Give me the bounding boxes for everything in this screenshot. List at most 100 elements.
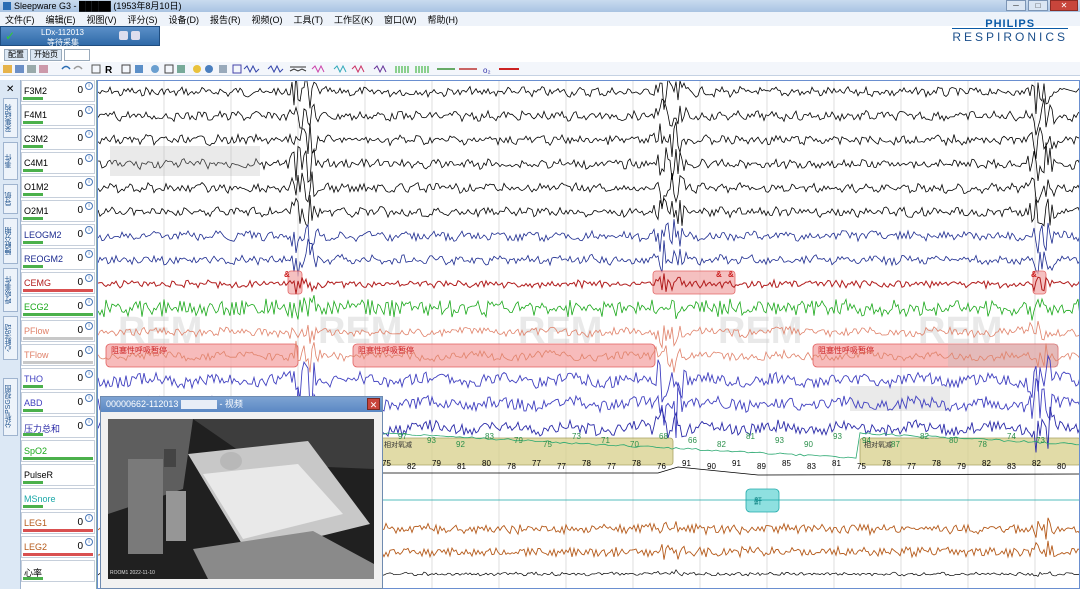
channel-info-icon[interactable]: i: [85, 250, 93, 258]
channel-info-icon[interactable]: i: [85, 130, 93, 138]
channel-row[interactable]: C3M2 0 i: [21, 128, 95, 150]
spo2-value: 73: [572, 432, 581, 441]
channel-info-icon[interactable]: i: [85, 538, 93, 546]
menu-device[interactable]: 设备(D): [169, 13, 200, 26]
pulse-value: 91: [732, 459, 741, 468]
maximize-button[interactable]: □: [1028, 0, 1048, 11]
channel-row[interactable]: C4M1 0 i: [21, 152, 95, 174]
channel-row[interactable]: TFlow 0 i: [21, 344, 95, 366]
channel-row[interactable]: LEG1 0 i: [21, 512, 95, 534]
channel-info-icon[interactable]: i: [85, 514, 93, 522]
video-title-suffix: - 视频: [219, 399, 243, 409]
channel-row[interactable]: 心率: [21, 560, 95, 582]
menu-workspace[interactable]: 工作区(K): [334, 13, 373, 26]
channel-row[interactable]: LEOGM2 0 i: [21, 224, 95, 246]
pulse-value: 75: [857, 462, 866, 471]
channel-value: 0: [77, 397, 83, 408]
menu-file[interactable]: 文件(F): [5, 13, 35, 26]
side-tab-0[interactable]: 采集结构: [3, 98, 18, 138]
close-button[interactable]: ✕: [1050, 0, 1078, 11]
channel-info-icon[interactable]: i: [85, 106, 93, 114]
channel-info-icon[interactable]: i: [85, 346, 93, 354]
review-icon: R: [105, 65, 113, 76]
channel-row[interactable]: ECG2 0 i: [21, 296, 95, 318]
menu-video[interactable]: 视频(O): [252, 13, 283, 26]
video-title-bar[interactable]: 00000662-112013 - 视频 ✕: [101, 397, 382, 412]
channel-name: CEMG: [24, 278, 51, 288]
channel-info-icon[interactable]: i: [85, 82, 93, 90]
side-tab-1[interactable]: 事件: [3, 142, 18, 180]
patient-session-strip[interactable]: ✓ LDx-112013 等待采集: [0, 26, 160, 47]
device-icon[interactable]: [131, 31, 140, 40]
save-icon: [15, 65, 24, 73]
video-frame[interactable]: ROOM1 2022-11-10: [108, 419, 374, 579]
tab-patient-recording[interactable]: [64, 49, 90, 61]
channel-info-icon[interactable]: i: [85, 322, 93, 330]
channel-row[interactable]: PFlow 0 i: [21, 320, 95, 342]
menu-edit[interactable]: 编辑(E): [46, 13, 76, 26]
channel-name: TFlow: [24, 350, 49, 360]
channel-row[interactable]: O1M2 0 i: [21, 176, 95, 198]
tab-config[interactable]: 配置: [4, 49, 28, 61]
undo-icon: [61, 65, 71, 70]
tab-start-page[interactable]: 开始页: [30, 49, 62, 61]
menu-score[interactable]: 评分(S): [128, 13, 158, 26]
side-tab-4[interactable]: 呼吸事件: [3, 268, 18, 312]
channel-info-icon[interactable]: i: [85, 298, 93, 306]
menu-tools[interactable]: 工具(T): [294, 13, 324, 26]
channel-value: 0: [77, 373, 83, 384]
menu-report[interactable]: 报告(R): [210, 13, 241, 26]
pulse-value: 89: [757, 462, 766, 471]
channel-name: PFlow: [24, 326, 50, 336]
pulse-value: 77: [607, 462, 616, 471]
video-close-button[interactable]: ✕: [367, 398, 380, 410]
channel-row[interactable]: F3M2 0 i: [21, 80, 95, 102]
channel-row[interactable]: MSnore: [21, 488, 95, 510]
pulse-value: 82: [982, 459, 991, 468]
minimize-button[interactable]: ─: [1006, 0, 1026, 11]
side-tab-5[interactable]: 心脏活动: [3, 316, 18, 360]
side-tab-2[interactable]: 导航: [3, 184, 18, 214]
channel-info-icon[interactable]: i: [85, 154, 93, 162]
channel-info-icon[interactable]: i: [85, 274, 93, 282]
arousal-marker: &: [728, 270, 734, 279]
menu-help[interactable]: 帮助(H): [428, 13, 459, 26]
channel-row[interactable]: THO 0 i: [21, 368, 95, 390]
export-icon: [39, 65, 48, 73]
channel-row[interactable]: 压力总和 0 i: [21, 416, 95, 438]
spo2-value: 70: [630, 440, 639, 449]
channel-row[interactable]: LEG2 0 i: [21, 536, 95, 558]
side-tab-3[interactable]: 睡眠分期: [3, 218, 18, 264]
channel-row[interactable]: ABD 0 i: [21, 392, 95, 414]
rem-watermark: REM: [718, 310, 802, 352]
spo2-value: 79: [514, 436, 523, 445]
channel-row[interactable]: PulseR: [21, 464, 95, 486]
menu-view[interactable]: 视图(V): [87, 13, 117, 26]
channel-row[interactable]: O2M1 0 i: [21, 200, 95, 222]
side-tab-6[interactable]: 分析PSG视图: [3, 378, 18, 436]
channel-row[interactable]: CEMG 0 i: [21, 272, 95, 294]
channel-row[interactable]: SpO2: [21, 440, 95, 462]
channel-row[interactable]: F4M1 0 i: [21, 104, 95, 126]
channel-row[interactable]: REOGM2 0 i: [21, 248, 95, 270]
spo2-value: 92: [456, 440, 465, 449]
channel-name: LEOGM2: [24, 230, 62, 240]
channel-info-icon[interactable]: i: [85, 418, 93, 426]
channel-info-icon[interactable]: i: [85, 202, 93, 210]
channel-value: 0: [77, 205, 83, 216]
device-id: LDx-112013: [41, 28, 84, 37]
channel-info-icon[interactable]: i: [85, 370, 93, 378]
menu-window[interactable]: 窗口(W): [384, 13, 417, 26]
pulse-value: 78: [582, 459, 591, 468]
close-panel-icon[interactable]: ✕: [6, 84, 14, 95]
spo2-value: 75: [543, 440, 552, 449]
channel-info-icon[interactable]: i: [85, 394, 93, 402]
channel-info-icon[interactable]: i: [85, 178, 93, 186]
video-window[interactable]: 00000662-112013 - 视频 ✕ ROOM1 2022-11-10: [100, 396, 383, 589]
pulse-value: 78: [507, 462, 516, 471]
channel-info-icon[interactable]: i: [85, 226, 93, 234]
snore-event-icon: [373, 64, 387, 74]
spo2-value: 74: [1007, 432, 1016, 441]
record-icon[interactable]: [119, 31, 128, 40]
video-title-prefix: 00000662-112013: [106, 399, 179, 409]
